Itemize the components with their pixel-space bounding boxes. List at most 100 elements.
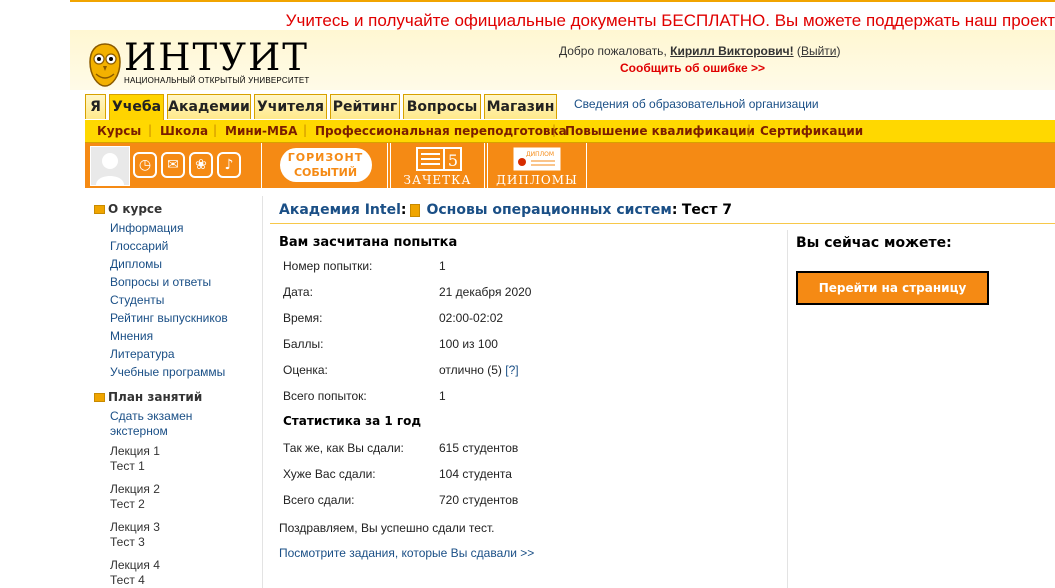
subnav-school[interactable]: Школа xyxy=(160,124,208,138)
welcome-message: Добро пожаловать, Кирилл Викторович! (Вы… xyxy=(559,44,841,58)
subnav-separator: | xyxy=(303,123,308,137)
breadcrumb-underline xyxy=(270,223,1055,224)
grade-value: отлично (5) [?] xyxy=(439,363,519,377)
logout-link[interactable]: Выйти xyxy=(801,44,837,58)
horizon-events-button[interactable]: ГОРИЗОНТ СОБЫТИЙ xyxy=(261,143,388,188)
sidebar-test[interactable]: Тест 2 xyxy=(110,497,145,511)
result-label: Баллы: xyxy=(283,337,324,351)
record-book-number: 5 xyxy=(448,151,458,170)
diplomas-label: ДИПЛОМЫ xyxy=(496,173,578,187)
sidebar-item-glossary[interactable]: Глоссарий xyxy=(110,239,168,253)
sidebar-lecture[interactable]: Лекция 2 xyxy=(110,482,160,496)
report-error-link[interactable]: Сообщить об ошибке >> xyxy=(620,61,765,75)
org-info-link[interactable]: Сведения об образовательной организации xyxy=(574,97,819,111)
result-label: Номер попытки: xyxy=(283,259,373,273)
banner-text[interactable]: Учитесь и получайте официальные документ… xyxy=(286,11,1055,31)
subnav-separator: | xyxy=(747,123,752,137)
folder-icon xyxy=(94,393,105,402)
subnav-courses[interactable]: Курсы xyxy=(97,124,141,138)
tab-questions[interactable]: Вопросы xyxy=(403,94,481,119)
subnav-mini-mba[interactable]: Мини-МБА xyxy=(225,124,297,138)
alarm-clock-icon[interactable]: ◷ xyxy=(133,152,157,178)
diploma-icon: ДИПЛОМ xyxy=(513,147,561,171)
sidebar-item-external-exam-line2[interactable]: экстерном xyxy=(110,424,168,438)
sidebar-lecture[interactable]: Лекция 3 xyxy=(110,520,160,534)
sidebar-item-external-exam[interactable]: Сдать экзамен xyxy=(110,409,192,423)
subnav-retraining[interactable]: Профессиональная переподготовка xyxy=(315,124,567,138)
record-book-label: ЗАЧЕТКА xyxy=(403,173,472,187)
breadcrumb-separator: : xyxy=(671,202,678,218)
grade-help-link[interactable]: [?] xyxy=(505,363,518,377)
folder-icon xyxy=(94,205,105,214)
diplomas-button[interactable]: ДИПЛОМ ДИПЛОМЫ xyxy=(487,143,587,188)
breadcrumb-course[interactable]: Основы операционных систем xyxy=(426,202,671,218)
sidebar-test[interactable]: Тест 1 xyxy=(110,459,145,473)
welcome-prefix: Добро пожаловать, xyxy=(559,44,667,58)
breadcrumb-separator: : xyxy=(400,202,407,218)
result-label: Время: xyxy=(283,311,323,325)
tab-teachers[interactable]: Учителя xyxy=(254,94,327,119)
tab-academies[interactable]: Академии xyxy=(167,94,251,119)
about-course-heading[interactable]: О курсе xyxy=(94,202,162,216)
subnav-certifications[interactable]: Сертификации xyxy=(760,124,863,138)
stats-value: 720 студентов xyxy=(439,493,519,507)
logo-subtitle: НАЦИОНАЛЬНЫЙ ОТКРЫТЫЙ УНИВЕРСИТЕТ xyxy=(124,76,310,85)
sidebar-item-qa[interactable]: Вопросы и ответы xyxy=(110,275,211,289)
sidebar-lecture[interactable]: Лекция 4 xyxy=(110,558,160,572)
envelope-icon[interactable]: ✉ xyxy=(161,152,185,178)
sidebar-item-info[interactable]: Информация xyxy=(110,221,183,235)
sidebar-test[interactable]: Тест 4 xyxy=(110,573,145,587)
sidebar-item-programs[interactable]: Учебные программы xyxy=(110,365,225,379)
result-value: 100 из 100 xyxy=(439,337,498,351)
go-to-course-button[interactable]: Перейти на страницу курса xyxy=(796,271,989,325)
result-value: 21 декабря 2020 xyxy=(439,285,532,299)
grade-text: отлично (5) xyxy=(439,363,502,377)
record-book-icon: 5 xyxy=(416,147,462,171)
user-name-link[interactable]: Кирилл Викторович! xyxy=(670,44,793,58)
orange-toolbar: ◷ ✉ ❀ ♪ ГОРИЗОНТ СОБЫТИЙ 5 ЗАЧЕТКА ДИПЛО… xyxy=(85,143,1055,188)
tab-study[interactable]: Учеба xyxy=(109,94,164,121)
subnav-separator: | xyxy=(552,123,557,137)
gift-icon[interactable]: ❀ xyxy=(189,152,213,178)
owl-logo-icon[interactable] xyxy=(88,42,122,88)
lesson-plan-heading[interactable]: План занятий xyxy=(94,390,202,404)
horizon-line2: СОБЫТИЙ xyxy=(293,166,358,179)
result-value: 1 xyxy=(439,389,446,403)
sidebar-item-diplomas[interactable]: Дипломы xyxy=(110,257,162,271)
tab-me[interactable]: Я xyxy=(85,94,106,119)
actions-title: Вы сейчас можете: xyxy=(796,235,952,251)
course-doc-icon xyxy=(410,203,421,217)
avatar[interactable] xyxy=(90,146,130,186)
subnav-separator: | xyxy=(148,123,153,137)
sidebar-divider xyxy=(262,196,263,588)
subnav-separator: | xyxy=(213,123,218,137)
result-value: 02:00-02:02 xyxy=(439,311,504,325)
sidebar-item-students[interactable]: Студенты xyxy=(110,293,164,307)
breadcrumb-academy[interactable]: Академия Intel xyxy=(279,202,401,218)
right-panel-divider xyxy=(787,230,788,588)
sidebar-item-opinions[interactable]: Мнения xyxy=(110,329,153,343)
stats-value: 104 студента xyxy=(439,467,512,481)
breadcrumb: Академия Intel: Основы операционных систе… xyxy=(279,202,732,218)
bell-icon[interactable]: ♪ xyxy=(217,152,241,178)
logo-wordmark[interactable]: ИНТУИТ xyxy=(124,38,309,78)
tab-rating[interactable]: Рейтинг xyxy=(330,94,400,119)
result-label: Всего попыток: xyxy=(283,389,367,403)
view-tasks-link[interactable]: Посмотрите задания, которые Вы сдавали >… xyxy=(279,546,534,560)
stats-title: Статистика за 1 год xyxy=(283,414,422,428)
result-label: Оценка: xyxy=(283,363,328,377)
congrats-message: Поздравляем, Вы успешно сдали тест. xyxy=(279,521,495,535)
record-book-button[interactable]: 5 ЗАЧЕТКА xyxy=(390,143,485,188)
sidebar-item-graduate-rating[interactable]: Рейтинг выпускников xyxy=(110,311,228,325)
tab-shop[interactable]: Магазин xyxy=(484,94,557,119)
top-banner: Учитесь и получайте официальные документ… xyxy=(70,0,1055,32)
sidebar-test[interactable]: Тест 3 xyxy=(110,535,145,549)
attempt-title: Вам засчитана попытка xyxy=(279,235,458,250)
sidebar-lecture[interactable]: Лекция 1 xyxy=(110,444,160,458)
sub-navigation: Курсы | Школа | Мини-МБА | Профессиональ… xyxy=(85,120,1055,143)
diploma-card-text: ДИПЛОМ xyxy=(526,151,554,158)
stats-label: Всего сдали: xyxy=(283,493,355,507)
breadcrumb-current: Тест 7 xyxy=(681,202,732,218)
subnav-qualification[interactable]: Повышение квалификации xyxy=(565,124,755,138)
sidebar-item-literature[interactable]: Литература xyxy=(110,347,175,361)
